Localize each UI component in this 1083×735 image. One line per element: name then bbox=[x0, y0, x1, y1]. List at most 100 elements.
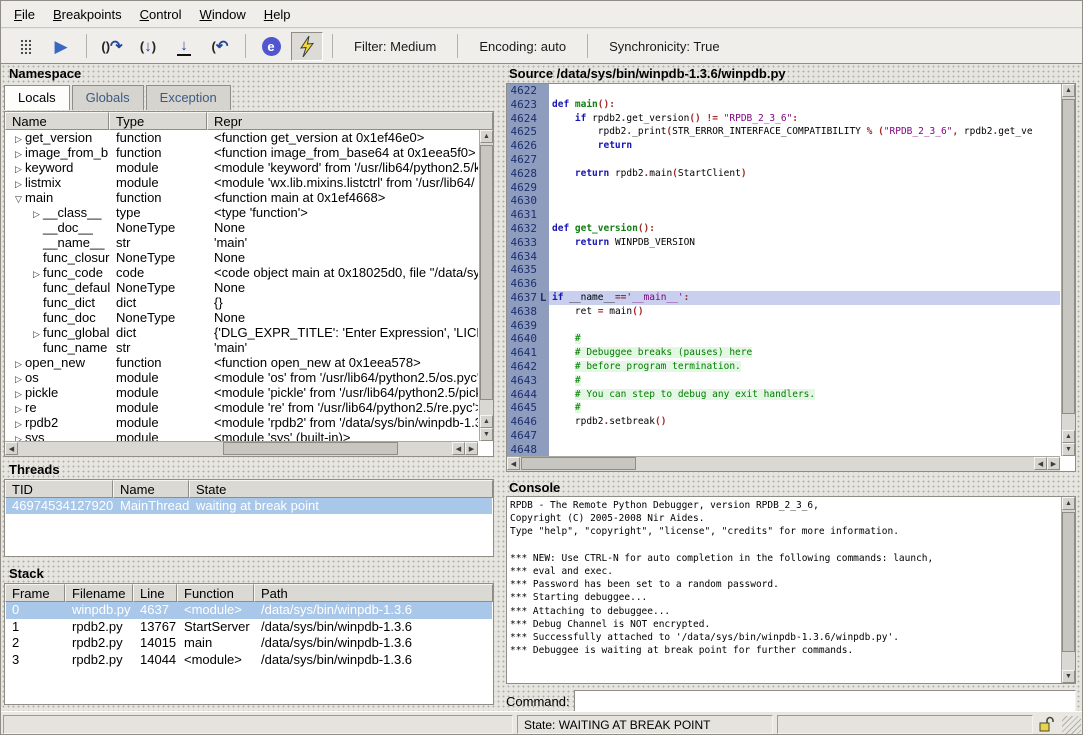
stack-row[interactable]: 0winpdb.py4637<module>/data/sys/bin/winp… bbox=[6, 602, 492, 619]
line-number-gutter[interactable]: 4646 bbox=[507, 415, 549, 429]
scroll-left-button[interactable] bbox=[507, 457, 520, 470]
line-number-gutter[interactable]: 4623 bbox=[507, 98, 549, 112]
expander-icon[interactable]: ▷ bbox=[12, 372, 25, 385]
scroll-down-button[interactable] bbox=[1062, 670, 1075, 683]
line-number-gutter[interactable]: 4633 bbox=[507, 236, 549, 250]
namespace-row[interactable]: ▷keywordmodule<module 'keyword' from '/u… bbox=[6, 160, 478, 175]
source-view[interactable]: 46224623def main():4624 if rpdb2.get_ver… bbox=[506, 83, 1076, 472]
menu-control[interactable]: Control bbox=[131, 3, 191, 26]
next-button[interactable]: ()↷ bbox=[96, 32, 128, 61]
namespace-row[interactable]: ▷rpdb2module<module 'rpdb2' from '/data/… bbox=[6, 415, 478, 430]
expander-icon[interactable]: ▷ bbox=[12, 357, 25, 370]
line-number-gutter[interactable]: 4634 bbox=[507, 250, 549, 264]
column-header-state[interactable]: State bbox=[189, 480, 493, 498]
stack-row[interactable]: 2rpdb2.py14015main/data/sys/bin/winpdb-1… bbox=[6, 635, 492, 652]
namespace-row[interactable]: ▷func_codecode<code object main at 0x180… bbox=[6, 265, 478, 280]
scroll-right-button[interactable] bbox=[465, 442, 478, 455]
column-header-line[interactable]: Line bbox=[133, 584, 177, 602]
namespace-row[interactable]: ▽mainfunction<function main at 0x1ef4668… bbox=[6, 190, 478, 205]
menu-window[interactable]: Window bbox=[191, 3, 255, 26]
expander-icon[interactable]: ▷ bbox=[12, 132, 25, 145]
column-header-tid[interactable]: TID bbox=[5, 480, 113, 498]
scrollbar-thumb[interactable] bbox=[521, 457, 636, 470]
line-number-gutter[interactable]: 4628 bbox=[507, 167, 549, 181]
line-number-gutter[interactable]: 4641 bbox=[507, 346, 549, 360]
menu-file[interactable]: File bbox=[5, 3, 44, 26]
scroll-up-button[interactable] bbox=[1062, 497, 1075, 510]
column-header-function[interactable]: Function bbox=[177, 584, 254, 602]
namespace-row[interactable]: ▷listmixmodule<module 'wx.lib.mixins.lis… bbox=[6, 175, 478, 190]
namespace-row[interactable]: ▷image_from_bfunction<function image_fro… bbox=[6, 145, 478, 160]
menu-breakpoints[interactable]: Breakpoints bbox=[44, 3, 131, 26]
line-number-gutter[interactable]: 4627 bbox=[507, 153, 549, 167]
line-number-gutter[interactable]: 4632 bbox=[507, 222, 549, 236]
scrollbar-thumb[interactable] bbox=[480, 145, 493, 400]
namespace-row[interactable]: ▷get_versionfunction<function get_versio… bbox=[6, 130, 478, 145]
scroll-up-button[interactable] bbox=[480, 415, 493, 428]
synchronicity-button[interactable] bbox=[291, 32, 323, 61]
line-number-gutter[interactable]: 4631 bbox=[507, 208, 549, 222]
line-number-gutter[interactable]: 4622 bbox=[507, 84, 549, 98]
exception-mode-button[interactable]: e bbox=[255, 32, 287, 61]
scroll-down-button[interactable] bbox=[480, 428, 493, 441]
tab-globals[interactable]: Globals bbox=[72, 85, 144, 110]
line-number-gutter[interactable]: 4642 bbox=[507, 360, 549, 374]
scroll-up-button[interactable] bbox=[480, 130, 493, 143]
line-number-gutter[interactable]: 4636 bbox=[507, 277, 549, 291]
namespace-vertical-scrollbar[interactable] bbox=[479, 130, 493, 441]
scroll-left-button[interactable] bbox=[1034, 457, 1047, 470]
line-number-gutter[interactable]: 4625 bbox=[507, 125, 549, 139]
namespace-row[interactable]: __doc__NoneTypeNone bbox=[6, 220, 478, 235]
namespace-row[interactable]: ▷__class__type<type 'function'> bbox=[6, 205, 478, 220]
namespace-row[interactable]: func_docNoneTypeNone bbox=[6, 310, 478, 325]
resize-grip[interactable] bbox=[1062, 716, 1081, 735]
line-number-gutter[interactable]: 4644 bbox=[507, 388, 549, 402]
column-header-type[interactable]: Type bbox=[109, 112, 207, 130]
tab-locals[interactable]: Locals bbox=[4, 85, 70, 110]
line-number-gutter[interactable]: 4637L bbox=[507, 291, 549, 305]
column-header-name[interactable]: Name bbox=[113, 480, 189, 498]
column-header-repr[interactable]: Repr bbox=[207, 112, 493, 130]
expander-icon[interactable]: ▷ bbox=[30, 327, 43, 340]
namespace-row[interactable]: ▷osmodule<module 'os' from '/usr/lib64/p… bbox=[6, 370, 478, 385]
column-header-path[interactable]: Path bbox=[254, 584, 493, 602]
command-input[interactable] bbox=[574, 690, 1076, 712]
line-number-gutter[interactable]: 4639 bbox=[507, 319, 549, 333]
namespace-horizontal-scrollbar[interactable] bbox=[5, 441, 478, 456]
line-number-gutter[interactable]: 4638 bbox=[507, 305, 549, 319]
menu-help[interactable]: Help bbox=[255, 3, 300, 26]
scrollbar-thumb[interactable] bbox=[1062, 99, 1075, 414]
line-number-gutter[interactable]: 4630 bbox=[507, 194, 549, 208]
scroll-up-button[interactable] bbox=[1062, 84, 1075, 97]
scroll-right-button[interactable] bbox=[1047, 457, 1060, 470]
namespace-row[interactable]: ▷open_newfunction<function open_new at 0… bbox=[6, 355, 478, 370]
tab-exception[interactable]: Exception bbox=[146, 85, 231, 110]
scrollbar-thumb[interactable] bbox=[223, 442, 398, 455]
step-into-button[interactable]: (↓) bbox=[132, 32, 164, 61]
line-number-gutter[interactable]: 4635 bbox=[507, 263, 549, 277]
namespace-row[interactable]: func_closurNoneTypeNone bbox=[6, 250, 478, 265]
expander-icon[interactable]: ▷ bbox=[12, 417, 25, 430]
namespace-row[interactable]: __name__str'main' bbox=[6, 235, 478, 250]
column-header-filename[interactable]: Filename bbox=[65, 584, 133, 602]
stack-row[interactable]: 3rpdb2.py14044<module>/data/sys/bin/winp… bbox=[6, 652, 492, 669]
column-header-name[interactable]: Name bbox=[5, 112, 109, 130]
stack-row[interactable]: 1rpdb2.py13767StartServer/data/sys/bin/w… bbox=[6, 619, 492, 636]
source-vertical-scrollbar[interactable] bbox=[1061, 84, 1075, 456]
namespace-row[interactable]: ▷picklemodule<module 'pickle' from '/usr… bbox=[6, 385, 478, 400]
line-number-gutter[interactable]: 4624 bbox=[507, 112, 549, 126]
goto-button[interactable]: ↓ bbox=[168, 32, 200, 61]
expander-icon[interactable]: ▷ bbox=[30, 267, 43, 280]
scroll-left-button[interactable] bbox=[5, 442, 18, 455]
expander-icon[interactable]: ▷ bbox=[12, 147, 25, 160]
expander-icon[interactable]: ▷ bbox=[12, 162, 25, 175]
expander-icon[interactable]: ▷ bbox=[12, 387, 25, 400]
source-horizontal-scrollbar[interactable] bbox=[507, 456, 1060, 471]
thread-row[interactable]: 46974534127920MainThreadwaiting at break… bbox=[6, 498, 492, 514]
column-header-frame[interactable]: Frame bbox=[5, 584, 65, 602]
expander-icon[interactable]: ▽ bbox=[12, 192, 25, 205]
line-number-gutter[interactable]: 4647 bbox=[507, 429, 549, 443]
expander-icon[interactable]: ▷ bbox=[12, 177, 25, 190]
namespace-row[interactable]: ▷func_globaldict{'DLG_EXPR_TITLE': 'Ente… bbox=[6, 325, 478, 340]
expander-icon[interactable]: ▷ bbox=[12, 432, 25, 441]
